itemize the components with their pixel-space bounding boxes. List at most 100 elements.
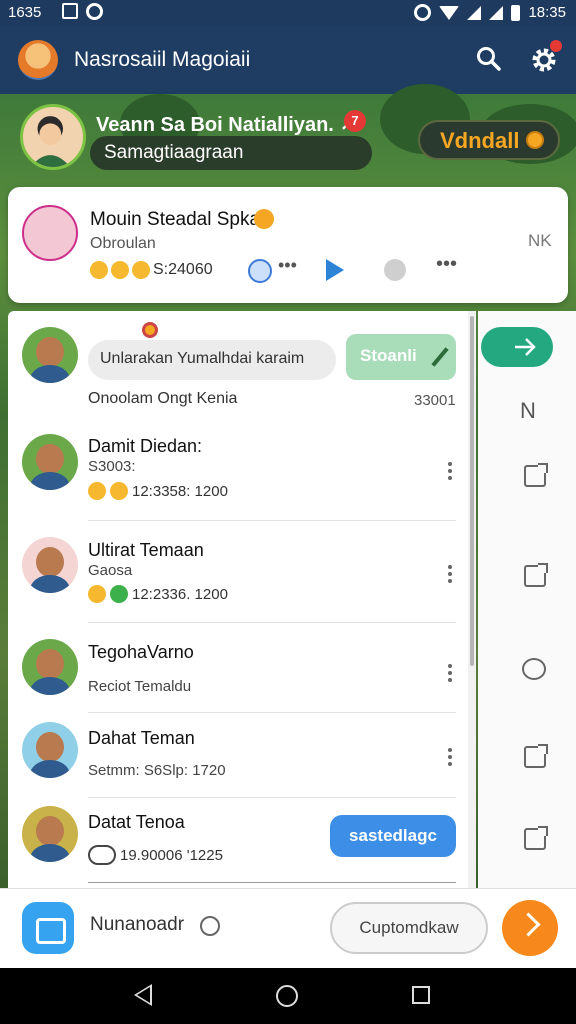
row-divider [88,520,456,521]
more-dots-icon[interactable]: ••• [278,255,297,276]
featured-avatar[interactable] [22,205,78,261]
friend-meta: 12:2336. 1200 [88,585,228,603]
friend-name: Datat Tenoa [88,812,185,832]
friends-list [8,311,476,891]
friend-sub: Setmm: S6Slp: 1720 [88,762,226,779]
more-vert-icon[interactable] [448,565,452,586]
emoji-icon [88,585,106,603]
arrow-right-icon [515,338,536,356]
chat-emoji-icon [110,585,128,603]
side-n-icon[interactable]: N [520,398,536,424]
more-vert-icon[interactable] [448,664,452,685]
friend-meta-text: 12:2336. 1200 [132,585,228,603]
fab-button[interactable] [502,900,558,956]
friend-avatar[interactable] [22,537,78,593]
friend-avatar[interactable] [22,722,78,778]
back-icon[interactable] [134,984,152,1006]
link-icon [88,845,116,865]
profile-badge: 7 [344,110,366,132]
row-divider [88,622,456,623]
status-circle-icon[interactable] [384,259,406,281]
friend-name: Dahat Teman [88,728,195,748]
clock-icon[interactable] [200,916,220,936]
status-bar: 1635 18:35 [0,0,576,26]
emoji-icon [132,261,150,279]
coin-icon [526,131,544,149]
emoji-icon [110,482,128,500]
emoji-icon [90,261,108,279]
status-time-left: 1635 [8,4,42,21]
chat-icon[interactable] [522,658,546,680]
image-icon [62,3,78,19]
scrollbar-thumb[interactable] [470,316,474,666]
app-logo-icon [18,40,58,80]
emoji-icon [111,261,129,279]
alarm-icon [414,4,432,21]
friend-meta: 19.90006 '1225 [88,845,223,865]
friend-sub: Reciot Temaldu [88,678,192,695]
collapse-icon[interactable]: NK [528,231,552,251]
profile-avatar[interactable] [20,104,86,170]
more-vert-icon[interactable] [448,748,452,769]
edit-icon[interactable] [524,744,548,768]
settings-button[interactable] [530,40,562,74]
forward-button[interactable] [481,327,553,367]
edit-icon[interactable] [524,563,548,587]
friend-meta-text: 19.90006 '1225 [120,846,223,864]
camera-button[interactable] [22,902,74,954]
row-divider [88,797,456,798]
edit-icon[interactable] [524,463,548,487]
wifi-icon [439,5,460,20]
profile-name: Veann Sa Boi Natialliyan. ↗ [96,114,357,136]
send-button[interactable]: Stoanli [346,334,456,380]
notification-badge-icon [142,322,158,338]
featured-meta-text: S:24060 [153,261,213,278]
play-icon[interactable] [326,259,344,281]
search-icon[interactable] [476,46,502,72]
send-button-label: Stoanli [360,346,417,365]
boost-icon[interactable] [248,259,272,283]
wallet-button[interactable]: Vdndall [418,120,560,160]
featured-subtitle: Obroulan [90,235,156,252]
friend-avatar[interactable] [22,639,78,695]
row-time: 33001 [414,392,456,409]
wallet-label: Vdndall [440,128,520,153]
home-icon[interactable] [276,985,298,1007]
status-icons-right: 18:35 [414,4,566,21]
edit-icon[interactable] [524,826,548,850]
row-caption: Onoolam Ongt Kenia [88,390,238,407]
bottom-composer [0,888,576,968]
featured-name: Mouin Steadal Spka [90,209,261,230]
friend-avatar[interactable] [22,434,78,490]
friend-sub: S3003: [88,458,136,475]
featured-meta: S:24060 [90,261,213,279]
profile-status[interactable]: Samagtiaagraan [90,136,372,170]
sync-icon [86,3,103,20]
row-action-button[interactable]: sastedlagc [330,815,456,857]
battery-icon [511,4,521,21]
composer-button[interactable]: Cuptomdkaw [330,902,488,954]
friend-meta-text: 12:3358: 1200 [132,482,228,500]
friend-name: TegohaVarno [88,642,194,662]
status-time-right: 18:35 [528,4,566,21]
row-divider [88,882,456,883]
pen-icon [431,347,449,367]
more-options-icon[interactable]: ••• [436,253,457,276]
signal-2-icon [489,5,504,20]
friend-name: Damit Diedan: [88,436,203,456]
friend-meta: 12:3358: 1200 [88,482,228,500]
friend-name: Ultirat Temaan [88,540,204,560]
message-bubble[interactable]: Unlarakan Yumalhdai karaim [88,340,336,380]
featured-card[interactable]: Mouin Steadal Spka Obroulan S:24060 ••• … [8,187,568,303]
composer-label[interactable]: Nunanoadr [90,914,184,936]
friend-sub: Gaosa [88,562,133,579]
recents-icon[interactable] [412,986,430,1004]
status-icons-left [62,3,103,20]
signal-icon [467,5,482,20]
notification-dot [550,40,562,52]
more-vert-icon[interactable] [448,462,452,483]
heart-emoji-icon [254,209,274,229]
friend-avatar[interactable] [22,327,78,383]
emoji-icon [88,482,106,500]
friend-avatar[interactable] [22,806,78,862]
